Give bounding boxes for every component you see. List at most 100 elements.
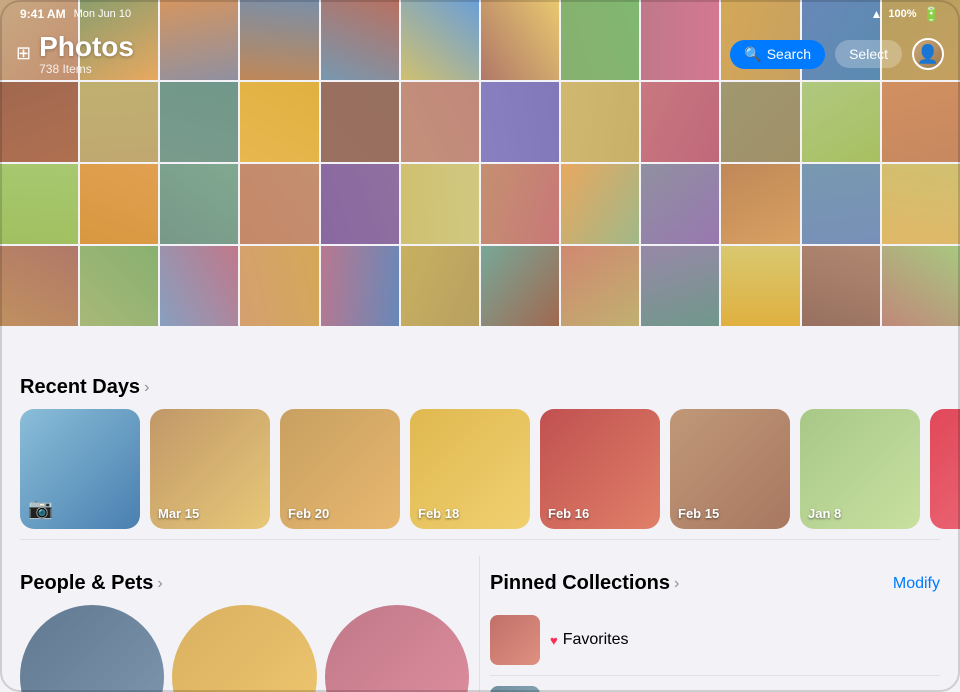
photo-cell[interactable] [561, 82, 639, 162]
battery-text: 100% [888, 8, 916, 20]
pinned-arrow: › [674, 575, 679, 593]
nav-left: ⊞ Photos 738 Items [16, 32, 134, 77]
photo-cell[interactable] [240, 164, 318, 244]
pinned-item[interactable]: Recently Saved [490, 676, 940, 692]
status-time: 9:41 AM [20, 7, 66, 21]
day-card[interactable]: Feb 16 [540, 409, 660, 529]
photo-cell[interactable] [882, 246, 960, 326]
pinned-collection-name: ♥ Favorites [550, 631, 629, 649]
pinned-collections-section: Pinned Collections › Modify ♥ Favorites Re… [480, 556, 960, 692]
day-calendar-icon: 📷 [28, 496, 53, 521]
photo-cell[interactable] [561, 164, 639, 244]
photo-cell[interactable] [721, 82, 799, 162]
nav-right: 🔍 Search Select 👤 [730, 38, 944, 70]
battery-icon: 🔋 [923, 6, 940, 23]
people-title: People & Pets [20, 572, 153, 595]
person-card[interactable] [20, 605, 164, 692]
search-icon: 🔍 [744, 46, 761, 63]
search-button[interactable]: 🔍 Search [730, 40, 825, 69]
photo-cell[interactable] [721, 164, 799, 244]
day-card[interactable]: Feb 18 [410, 409, 530, 529]
photo-cell[interactable] [240, 82, 318, 162]
pinned-list: ♥ Favorites Recently Saved [490, 605, 940, 692]
person-card[interactable]: ♥ [172, 605, 316, 692]
photo-cell[interactable] [481, 246, 559, 326]
photo-cell[interactable] [641, 246, 719, 326]
photo-cell[interactable] [561, 246, 639, 326]
divider [20, 539, 940, 540]
photo-cell[interactable] [641, 164, 719, 244]
people-pets-section: People & Pets › ♥ [0, 556, 480, 692]
pinned-heart-icon: ♥ [550, 633, 558, 648]
photo-cell[interactable] [401, 82, 479, 162]
photo-cell[interactable] [882, 82, 960, 162]
photo-cell[interactable] [240, 246, 318, 326]
photo-cell[interactable] [80, 82, 158, 162]
people-grid: ♥ [20, 605, 469, 692]
pinned-name-text: Favorites [563, 631, 629, 649]
photo-cell[interactable] [721, 246, 799, 326]
select-label: Select [849, 46, 888, 62]
photo-cell[interactable] [160, 246, 238, 326]
wifi-icon: ▲ [871, 7, 883, 21]
day-card[interactable]: 📷 [20, 409, 140, 529]
pinned-title: Pinned Collections [490, 572, 670, 595]
day-label: Feb 15 [678, 506, 719, 521]
pinned-item[interactable]: ♥ Favorites [490, 605, 940, 676]
day-label: Feb 18 [418, 506, 459, 521]
photo-cell[interactable] [80, 164, 158, 244]
people-arrow: › [157, 575, 162, 593]
day-card[interactable]: Feb 20 [280, 409, 400, 529]
favorite-icon: ♥ [306, 609, 313, 623]
recent-days-title: Recent Days [20, 376, 140, 399]
photo-cell[interactable] [401, 246, 479, 326]
pinned-thumbnail [490, 686, 540, 692]
pinned-header: Pinned Collections › Modify [490, 572, 940, 595]
photo-cell[interactable] [0, 246, 78, 326]
photo-cell[interactable] [802, 246, 880, 326]
status-date: Mon Jun 10 [74, 8, 131, 20]
photo-cell[interactable] [802, 164, 880, 244]
day-card[interactable]: Feb 15 [670, 409, 790, 529]
day-label: Mar 15 [158, 506, 199, 521]
photo-cell[interactable] [481, 82, 559, 162]
photo-cell[interactable] [321, 246, 399, 326]
photo-cell[interactable] [882, 164, 960, 244]
day-card[interactable] [930, 409, 960, 529]
split-view-icon[interactable]: ⊞ [16, 43, 31, 64]
day-label: Feb 16 [548, 506, 589, 521]
photo-cell[interactable] [321, 82, 399, 162]
item-count: 738 Items [39, 62, 134, 76]
pinned-thumbnail [490, 615, 540, 665]
people-header: People & Pets › [20, 572, 469, 595]
photo-cell[interactable] [0, 82, 78, 162]
photo-cell[interactable] [0, 164, 78, 244]
day-label: Feb 20 [288, 506, 329, 521]
photo-cell[interactable] [80, 246, 158, 326]
day-label: Jan 8 [808, 506, 841, 521]
photo-cell[interactable] [321, 164, 399, 244]
photo-cell[interactable] [481, 164, 559, 244]
status-bar: 9:41 AM Mon Jun 10 ▲ 100% 🔋 [0, 0, 960, 28]
page-title: Photos [39, 32, 134, 63]
search-label: Search [767, 46, 811, 62]
photo-cell[interactable] [160, 82, 238, 162]
recent-days-header: Recent Days › [0, 376, 960, 399]
two-col-row: People & Pets › ♥ Pinned Collections › M… [0, 556, 960, 692]
person-card[interactable] [325, 605, 469, 692]
status-right: ▲ 100% 🔋 [871, 6, 940, 23]
recent-days-arrow: › [144, 379, 149, 397]
recent-days-scroll[interactable]: 📷 Mar 15 Feb 20 Feb 18 Feb 16 Feb 15 Jan 8 [0, 409, 960, 539]
photo-cell[interactable] [160, 164, 238, 244]
photo-cell[interactable] [641, 82, 719, 162]
photo-cell[interactable] [401, 164, 479, 244]
day-card[interactable]: Jan 8 [800, 409, 920, 529]
bottom-section[interactable]: Recent Days › 📷 Mar 15 Feb 20 Feb 18 Feb 16 F… [0, 360, 960, 692]
nav-bar: ⊞ Photos 738 Items 🔍 Search Select 👤 [0, 28, 960, 80]
modify-button[interactable]: Modify [893, 575, 940, 593]
day-card[interactable]: Mar 15 [150, 409, 270, 529]
avatar[interactable]: 👤 [912, 38, 944, 70]
select-button[interactable]: Select [835, 40, 902, 68]
nav-title-area: Photos 738 Items [39, 32, 134, 77]
photo-cell[interactable] [802, 82, 880, 162]
